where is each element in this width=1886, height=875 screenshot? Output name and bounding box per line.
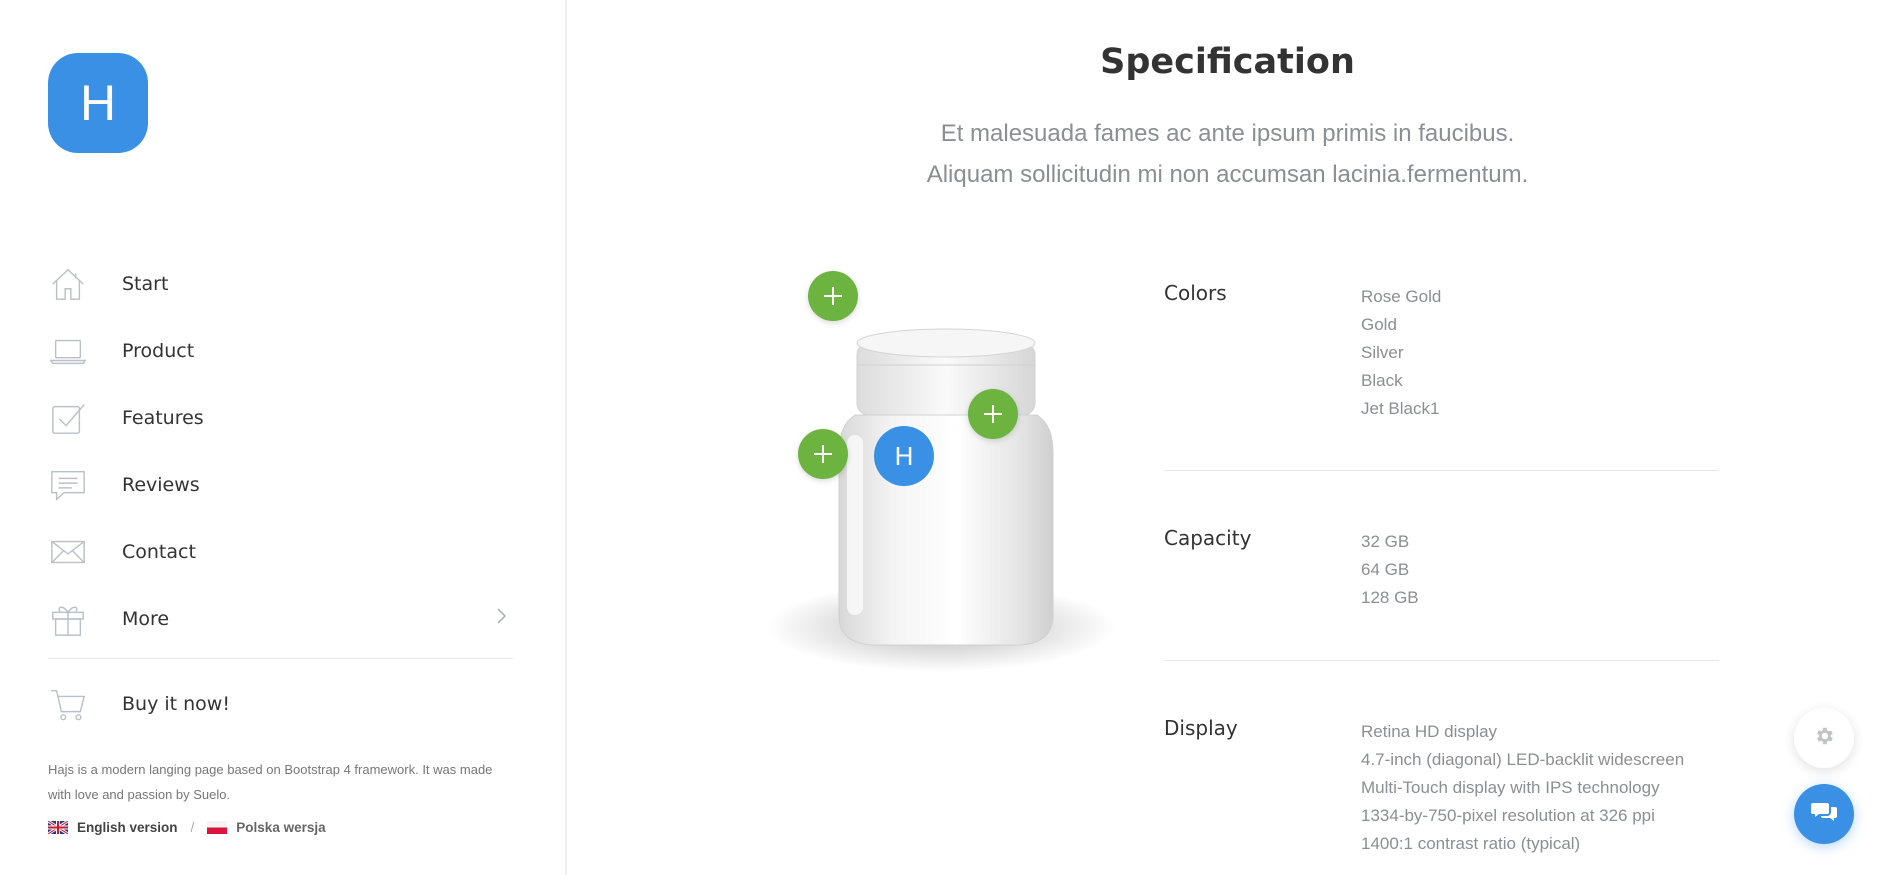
spec-value: 64 GB [1361, 560, 1410, 579]
footer-description: Hajs is a modern langing page based on B… [48, 762, 493, 802]
nav-label: More [122, 607, 170, 630]
envelope-icon [48, 532, 88, 572]
subtitle-line-2: Aliquam sollicitudin mi non accumsan lac… [926, 161, 1529, 188]
settings-button[interactable] [1794, 708, 1854, 768]
spec-value: Jet Black1 [1361, 399, 1440, 418]
nav-item-features[interactable]: Features [48, 384, 513, 451]
sidebar-nav: Start Product Features Reviews Contact M… [48, 250, 513, 652]
cart-icon [48, 684, 88, 724]
spec-value: 1334-by-750-pixel resolution at 326 ppi [1361, 806, 1655, 825]
laptop-icon [48, 331, 88, 371]
chat-bubble-icon [48, 465, 88, 505]
uk-flag-icon [47, 819, 69, 836]
spec-value: 32 GB [1361, 532, 1410, 551]
logo[interactable]: H [48, 53, 148, 153]
spec-divider [1164, 470, 1719, 471]
spec-value: Rose Gold [1361, 287, 1442, 306]
spec-value: Multi-Touch display with IPS technology [1361, 778, 1660, 797]
language-switcher: English version / Polska wersja [47, 819, 326, 836]
spec-value: Gold [1361, 315, 1397, 334]
nav-item-more[interactable]: More [48, 585, 513, 652]
gift-icon [48, 599, 88, 639]
subtitle-line-1: Et malesuada fames ac ante ipsum primis … [940, 120, 1515, 147]
spec-value: 4.7-inch (diagonal) LED-backlit widescre… [1361, 750, 1685, 769]
page-title: Specification [1100, 42, 1355, 82]
spec-value: Retina HD display [1361, 722, 1498, 741]
chat-icon [1811, 801, 1837, 828]
checkbox-icon [48, 398, 88, 438]
sidebar-divider [48, 658, 513, 659]
home-icon [48, 264, 88, 304]
spec-values: Retina HD display 4.7-inch (diagonal) LE… [1361, 718, 1684, 858]
product-logo-badge: H [874, 426, 934, 486]
main-content: Specification Et malesuada fames ac ante… [569, 0, 1886, 875]
lang-separator: / [190, 820, 195, 835]
page-subtitle: Et malesuada fames ac ante ipsum primis … [569, 113, 1886, 195]
nav-item-contact[interactable]: Contact [48, 518, 513, 585]
nav-label: Contact [122, 540, 196, 563]
product-image: H [751, 271, 1141, 675]
lang-polish-link[interactable]: Polska wersja [236, 820, 325, 835]
sidebar: H Start Product Features Reviews Contact… [0, 0, 567, 875]
poland-flag-icon [207, 821, 228, 834]
jar-illustration [766, 328, 1116, 672]
hotspot-left-button[interactable] [798, 429, 848, 479]
spec-value: 1400:1 contrast ratio (typical) [1361, 834, 1581, 853]
nav-item-start[interactable]: Start [48, 250, 513, 317]
spec-divider [1164, 660, 1719, 661]
spec-value: 128 GB [1361, 588, 1419, 607]
spec-label: Display [1164, 716, 1238, 740]
hotspot-right-button[interactable] [968, 389, 1018, 439]
spec-value: Silver [1361, 343, 1404, 362]
nav-label: Features [122, 406, 204, 429]
spec-values: 32 GB 64 GB 128 GB [1361, 528, 1419, 612]
lang-english-link[interactable]: English version [77, 820, 178, 835]
hotspot-cap-button[interactable] [808, 271, 858, 321]
spec-label: Colors [1164, 281, 1227, 305]
nav-label: Reviews [122, 473, 200, 496]
nav-item-reviews[interactable]: Reviews [48, 451, 513, 518]
spec-label: Capacity [1164, 526, 1252, 550]
nav-label: Start [122, 272, 169, 295]
nav-item-product[interactable]: Product [48, 317, 513, 384]
spec-value: Black [1361, 371, 1403, 390]
chat-button[interactable] [1794, 784, 1854, 844]
gear-icon [1813, 725, 1835, 752]
nav-label: Product [122, 339, 195, 362]
chevron-right-icon [495, 607, 507, 630]
spec-values: Rose Gold Gold Silver Black Jet Black1 [1361, 283, 1441, 423]
buy-now-link[interactable]: Buy it now! [48, 682, 230, 726]
buy-now-label: Buy it now! [122, 693, 230, 715]
